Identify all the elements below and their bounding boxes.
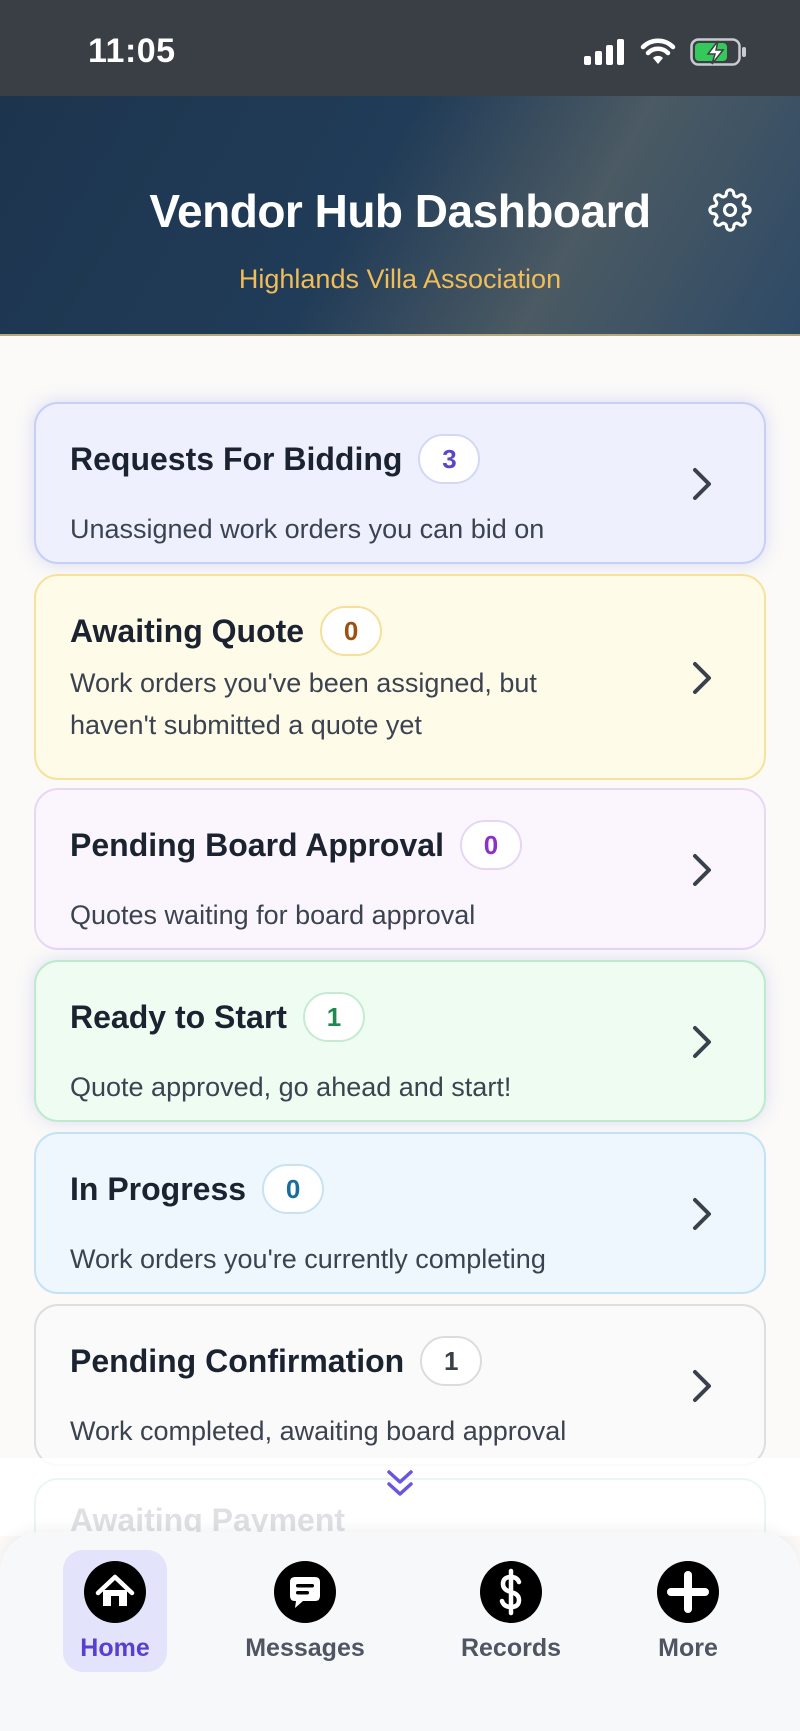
chevron-right-icon: [693, 468, 711, 500]
card-title: Awaiting Quote: [70, 612, 305, 649]
card-in-progress[interactable]: In Progress 0 Work orders you're current…: [34, 1132, 766, 1294]
cellular-signal-icon: [584, 39, 624, 65]
battery-charging-icon: [690, 38, 746, 66]
tab-more[interactable]: More: [628, 1550, 748, 1672]
dashboard-header: Vendor Hub Dashboard Highlands Villa Ass…: [0, 96, 800, 336]
tab-home[interactable]: Home: [63, 1550, 167, 1672]
status-time: 11:05: [88, 32, 176, 70]
tab-label: More: [658, 1634, 718, 1662]
chevron-right-icon: [693, 1026, 711, 1058]
bottom-tab-bar: Home Messages Records More: [0, 1532, 800, 1731]
tab-messages[interactable]: Messages: [235, 1550, 375, 1672]
tab-label: Records: [460, 1634, 562, 1662]
card-description: Work orders you've been assigned, but ha…: [70, 668, 537, 740]
chevron-right-icon: [693, 854, 711, 886]
tab-label: Messages: [245, 1634, 365, 1662]
plus-icon: [657, 1561, 719, 1623]
card-description: Work completed, awaiting board approval: [70, 1416, 567, 1446]
status-icons: [584, 38, 748, 66]
count-badge: 1: [420, 1336, 483, 1386]
card-description: Unassigned work orders you can bid on: [70, 514, 545, 544]
association-name: Highlands Villa Association: [238, 264, 562, 294]
count-badge: 1: [302, 992, 365, 1042]
chat-bubble-icon: [274, 1561, 336, 1623]
count-badge: 0: [459, 820, 522, 870]
card-description: Work orders you're currently completing: [70, 1244, 546, 1274]
home-icon: [84, 1561, 146, 1623]
dollar-icon: [480, 1561, 542, 1623]
card-description: Quotes waiting for board approval: [70, 900, 476, 930]
card-awaiting-quote[interactable]: Awaiting Quote 0 Work orders you've been…: [34, 574, 766, 780]
card-title: Pending Board Approval: [70, 826, 444, 863]
card-pending-board-approval[interactable]: Pending Board Approval 0 Quotes waiting …: [34, 788, 766, 950]
card-ready-to-start[interactable]: Ready to Start 1 Quote approved, go ahea…: [34, 960, 766, 1122]
tab-label: Home: [80, 1634, 150, 1662]
chevron-right-icon: [693, 1370, 711, 1402]
card-title: In Progress: [70, 1170, 247, 1207]
chevron-right-icon: [693, 662, 711, 694]
card-title: Pending Confirmation: [70, 1342, 405, 1379]
card-title: Requests For Bidding: [70, 440, 403, 477]
status-bar: 11:05: [0, 0, 800, 96]
gear-icon: [708, 188, 752, 232]
wifi-icon: [640, 38, 676, 64]
count-badge: 0: [320, 606, 383, 656]
scroll-down-chevrons-icon[interactable]: [386, 1468, 414, 1500]
chevron-right-icon: [693, 1198, 711, 1230]
card-requests-for-bidding[interactable]: Requests For Bidding 3 Unassigned work o…: [34, 402, 766, 564]
card-pending-confirmation[interactable]: Pending Confirmation 1 Work completed, a…: [34, 1304, 766, 1466]
tab-records[interactable]: Records: [441, 1550, 581, 1672]
count-badge: 3: [418, 434, 481, 484]
count-badge: 0: [262, 1164, 325, 1214]
page-title: Vendor Hub Dashboard: [149, 185, 651, 237]
card-title: Ready to Start: [70, 998, 287, 1035]
settings-button[interactable]: [708, 188, 752, 232]
card-description: Quote approved, go ahead and start!: [70, 1072, 512, 1102]
